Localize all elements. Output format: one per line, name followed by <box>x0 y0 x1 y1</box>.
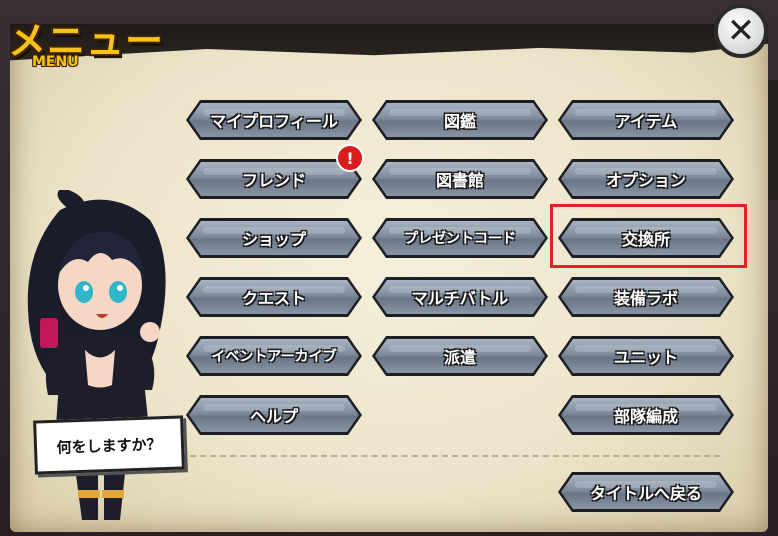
menu-button-label: ショップ <box>241 230 306 249</box>
menu-button-squad-formation[interactable]: 部隊編成 <box>558 395 734 435</box>
menu-button-quest[interactable]: クエスト <box>186 277 362 317</box>
friend-notification-badge: ! <box>336 144 364 172</box>
speech-text: 何をしますか？ <box>56 434 162 457</box>
menu-button-label: 部隊編成 <box>613 407 678 426</box>
close-button[interactable]: ✕ <box>714 4 768 58</box>
menu-button-label: マルチバトル <box>411 289 509 308</box>
menu-button-label: ユニット <box>613 348 678 367</box>
menu-button-label: 図鑑 <box>443 112 476 131</box>
menu-button-label: 装備ラボ <box>613 289 678 308</box>
divider <box>180 455 720 457</box>
character-illustration <box>27 190 166 520</box>
menu-button-unit[interactable]: ユニット <box>558 336 734 376</box>
menu-button-label: マイプロフィール <box>210 112 338 131</box>
menu-button-dispatch[interactable]: 派遣 <box>372 336 548 376</box>
menu-button-label: 図書館 <box>435 171 484 190</box>
menu-button-item[interactable]: アイテム <box>558 100 734 140</box>
back-to-title-button[interactable]: タイトルへ戻る <box>558 472 734 512</box>
menu-button-encyclopedia[interactable]: 図鑑 <box>372 100 548 140</box>
menu-title-en: MENU <box>32 54 79 70</box>
alert-icon: ! <box>346 148 354 168</box>
menu-button-label: アイテム <box>614 112 678 131</box>
menu-button-my-profile[interactable]: マイプロフィール <box>186 100 362 140</box>
menu-button-help[interactable]: ヘルプ <box>186 395 362 435</box>
menu-button-label: 派遣 <box>443 348 476 367</box>
menu-button-multi-battle[interactable]: マルチバトル <box>372 277 548 317</box>
menu-title: メニュー MENU <box>8 10 164 70</box>
back-to-title-label: タイトルへ戻る <box>589 484 702 503</box>
menu-button-label: フレンド <box>241 171 306 190</box>
menu-button-present-code[interactable]: プレゼントコード <box>372 218 548 258</box>
menu-button-label: プレゼントコード <box>404 231 516 247</box>
menu-button-equipment-lab[interactable]: 装備ラボ <box>558 277 734 317</box>
exchange-highlight-box <box>550 204 747 268</box>
menu-button-label: オプション <box>605 171 686 190</box>
menu-button-label: ヘルプ <box>249 407 298 426</box>
menu-button-label: クエスト <box>241 289 306 308</box>
close-icon: ✕ <box>726 11 756 51</box>
menu-button-library[interactable]: 図書館 <box>372 159 548 199</box>
menu-button-shop[interactable]: ショップ <box>186 218 362 258</box>
menu-button-option[interactable]: オプション <box>558 159 734 199</box>
menu-button-event-archive[interactable]: イベントアーカイブ <box>186 336 362 376</box>
character-speech-bubble: 何をしますか？ <box>33 415 185 475</box>
menu-button-label: イベントアーカイブ <box>211 349 337 365</box>
menu-button-friend[interactable]: フレンド <box>186 159 362 199</box>
